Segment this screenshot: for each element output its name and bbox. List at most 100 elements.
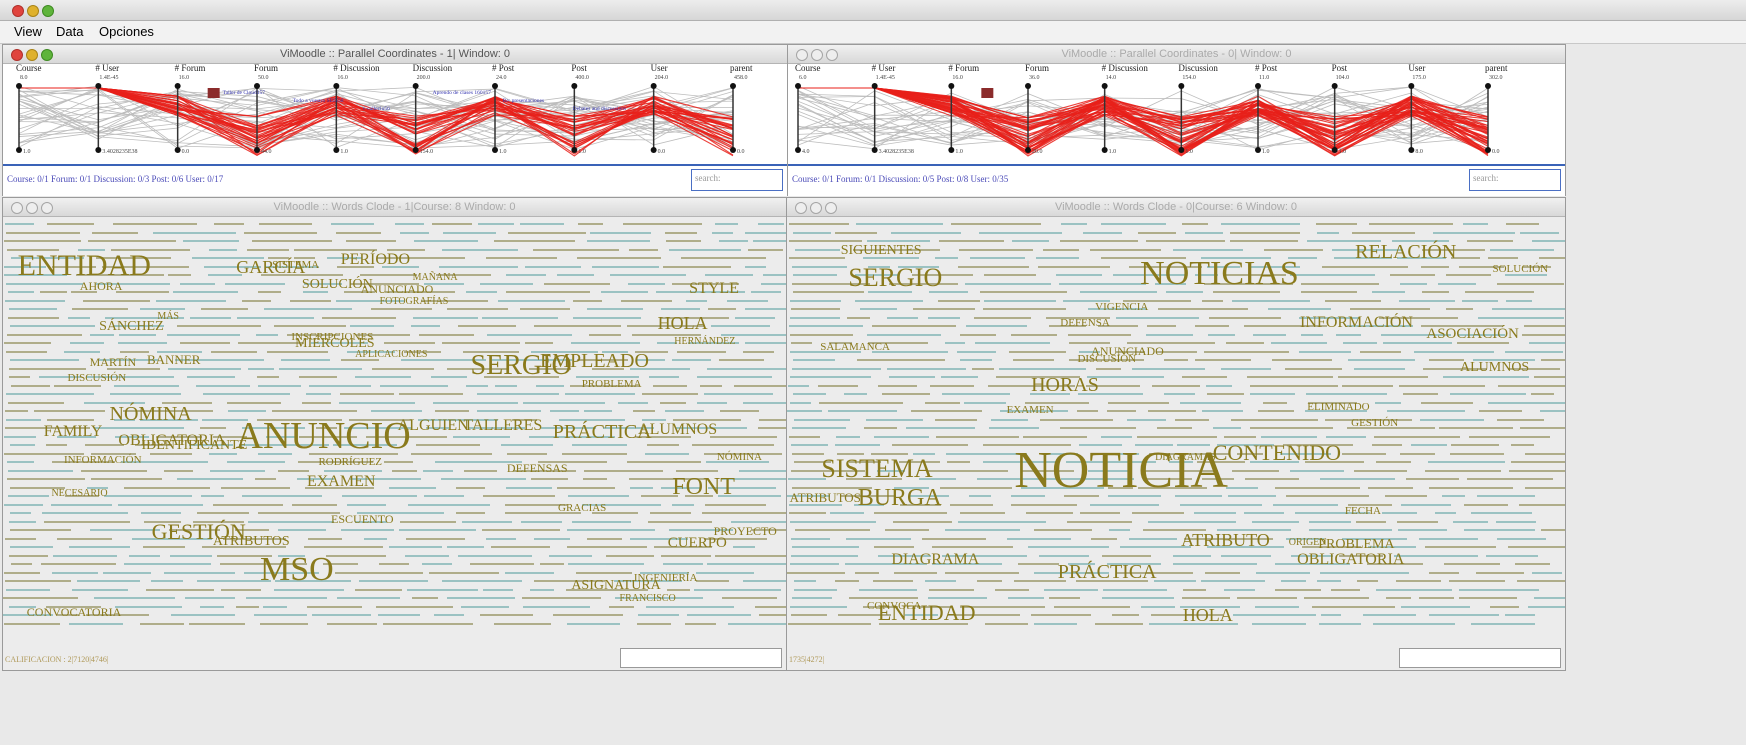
- cloud-word[interactable]: ASOCIACIÓN: [1426, 327, 1519, 342]
- word-cloud-canvas[interactable]: ALUMNOS ASOCIACIÓN ATRIBUTO ATRIBUTOS CONTEN…: [787, 217, 1565, 646]
- cloud-word[interactable]: APLICACIONES: [355, 350, 427, 360]
- close-icon[interactable]: [796, 49, 808, 61]
- cloud-word[interactable]: SÁNCHEZ: [99, 320, 164, 334]
- cloud-word[interactable]: GRACIAS: [558, 502, 606, 514]
- cloud-word[interactable]: CUERPO: [668, 536, 727, 551]
- search-input[interactable]: search:: [1469, 169, 1561, 191]
- menu-data[interactable]: Data: [56, 24, 83, 39]
- cloud-word[interactable]: INFORMACIÓN: [1300, 315, 1413, 331]
- cloud-word[interactable]: SOLUCIÓN: [1492, 263, 1548, 275]
- cloud-word[interactable]: PRÁCTICA: [1058, 562, 1157, 582]
- cloud-word[interactable]: PRÁCTICA: [553, 422, 652, 442]
- parallel-coordinates-plot[interactable]: Course 8.0 1.0 # User 1.4E-45 3.4028235E38 # F…: [3, 64, 787, 171]
- cloud-word[interactable]: FOTOGRAFÍAS: [380, 296, 449, 307]
- filter-input[interactable]: [620, 648, 782, 668]
- cloud-word[interactable]: PROYECTO: [714, 525, 777, 537]
- cloud-word[interactable]: OBLIGATORIA: [1297, 552, 1404, 568]
- cloud-word[interactable]: BANNER: [147, 353, 200, 366]
- word-filler: [874, 546, 914, 548]
- cloud-word[interactable]: GESTIÓN: [152, 520, 246, 543]
- minimize-window-icon[interactable]: [27, 5, 39, 17]
- cloud-word[interactable]: CONTENIDO: [1213, 441, 1341, 464]
- cloud-word[interactable]: DIAGRAMA: [891, 552, 979, 568]
- zoom-icon[interactable]: [826, 49, 838, 61]
- cloud-word[interactable]: TALLERES: [464, 417, 543, 434]
- cloud-word[interactable]: ATRIBUTO: [1181, 531, 1270, 549]
- cloud-word[interactable]: NOTICIAS: [1140, 256, 1299, 291]
- cloud-word[interactable]: SERGIO: [848, 264, 942, 291]
- cloud-word[interactable]: BURGA: [858, 486, 942, 510]
- cloud-word[interactable]: PROBLEMA: [1318, 538, 1394, 552]
- cloud-word[interactable]: ANUNCIO: [236, 417, 411, 455]
- cloud-word[interactable]: VIGENCIA: [1095, 301, 1148, 313]
- parallel-coordinates-plot[interactable]: Course 6.0 4.0 # User 1.4E-45 3.4028235E38 # F…: [788, 64, 1565, 171]
- cloud-word[interactable]: CONVOCATORIA: [27, 606, 121, 618]
- cloud-word[interactable]: HERNÁNDEZ: [674, 337, 735, 347]
- close-icon[interactable]: [11, 49, 23, 61]
- cloud-word[interactable]: DEFENSAS: [507, 462, 568, 474]
- cloud-word[interactable]: EXAMEN: [307, 474, 375, 490]
- cloud-word[interactable]: MARTÍN: [90, 356, 137, 368]
- cloud-word[interactable]: INFORMACIÓN: [64, 455, 142, 466]
- close-icon[interactable]: [795, 202, 807, 214]
- cloud-word[interactable]: NECESARIO: [51, 488, 107, 499]
- cloud-word[interactable]: OBLIGATORIA: [118, 432, 225, 449]
- menu-view[interactable]: View: [14, 24, 42, 39]
- cloud-word[interactable]: SERGIO: [471, 351, 572, 380]
- cloud-word[interactable]: ALUMNOS: [1460, 361, 1529, 375]
- close-icon[interactable]: [11, 202, 23, 214]
- cloud-word[interactable]: MAÑANA: [413, 273, 458, 283]
- cloud-word[interactable]: ESCUENTO: [331, 513, 393, 525]
- zoom-icon[interactable]: [825, 202, 837, 214]
- cloud-word[interactable]: ORIGEN: [1289, 538, 1327, 548]
- cloud-word[interactable]: SISTEMA: [821, 456, 932, 482]
- minimize-icon[interactable]: [26, 202, 38, 214]
- close-window-icon[interactable]: [12, 5, 24, 17]
- filter-input[interactable]: [1399, 648, 1561, 668]
- cloud-word[interactable]: PERÍODO: [341, 251, 410, 268]
- zoom-window-icon[interactable]: [42, 5, 54, 17]
- cloud-word[interactable]: SISTEMA: [272, 260, 319, 271]
- cloud-word[interactable]: ANUNCIADO: [1091, 345, 1164, 357]
- cloud-word[interactable]: MSO: [260, 553, 334, 587]
- cloud-word[interactable]: NÓMINA: [110, 404, 192, 424]
- cloud-word[interactable]: HORAS: [1031, 375, 1099, 395]
- cloud-word[interactable]: DEFENSA: [1060, 317, 1110, 329]
- cloud-word[interactable]: HOLA: [1183, 606, 1233, 624]
- cloud-word[interactable]: SALAMANCA: [820, 341, 890, 353]
- cloud-word[interactable]: NOTICIA: [1014, 445, 1228, 497]
- minimize-icon[interactable]: [810, 202, 822, 214]
- zoom-icon[interactable]: [41, 49, 53, 61]
- cloud-word[interactable]: STYLE: [689, 280, 739, 297]
- minimize-icon[interactable]: [26, 49, 38, 61]
- word-cloud-canvas[interactable]: ANUNCIO ALGUIEN ALUMNOS APLICACIONES ATRIBUT…: [3, 217, 786, 646]
- cloud-word[interactable]: ATRIBUTOS: [790, 491, 861, 504]
- cloud-word[interactable]: DISCUSIÓN: [68, 373, 127, 384]
- zoom-icon[interactable]: [41, 202, 53, 214]
- cloud-word[interactable]: GESTIÓN: [1351, 417, 1398, 429]
- cloud-word[interactable]: SOLUCIÓN: [302, 278, 373, 292]
- cloud-word[interactable]: AHORA: [80, 280, 123, 292]
- minimize-icon[interactable]: [811, 49, 823, 61]
- cloud-word[interactable]: RODRÍGUEZ: [318, 456, 382, 468]
- cloud-word[interactable]: FECHA: [1345, 505, 1381, 517]
- cloud-word[interactable]: NÓMINA: [717, 451, 762, 463]
- cloud-word[interactable]: INGENIERÍA: [634, 573, 698, 584]
- cloud-word[interactable]: FAMILY: [44, 424, 103, 440]
- cloud-word[interactable]: ELIMINADO: [1307, 402, 1369, 413]
- cloud-word[interactable]: HOLA: [658, 314, 708, 332]
- search-input[interactable]: search:: [691, 169, 783, 191]
- cloud-word[interactable]: MIÉRCOLES: [295, 337, 374, 351]
- cloud-word[interactable]: FONT: [672, 475, 735, 499]
- cloud-word[interactable]: SIGUIENTES: [841, 244, 922, 258]
- cloud-word[interactable]: ENTIDAD: [18, 251, 151, 281]
- menu-opciones[interactable]: Opciones: [99, 24, 154, 39]
- cloud-word[interactable]: FRANCISCO: [620, 593, 676, 604]
- cloud-word[interactable]: EXAMEN: [1007, 404, 1054, 416]
- cloud-word[interactable]: PROBLEMA: [582, 378, 642, 390]
- cloud-word[interactable]: RELACIÓN: [1355, 242, 1456, 262]
- word-filler: [673, 418, 742, 421]
- word-filler: [633, 410, 656, 412]
- cloud-word[interactable]: ENTIDAD: [878, 602, 976, 624]
- cloud-word[interactable]: ALGUIEN: [398, 417, 469, 434]
